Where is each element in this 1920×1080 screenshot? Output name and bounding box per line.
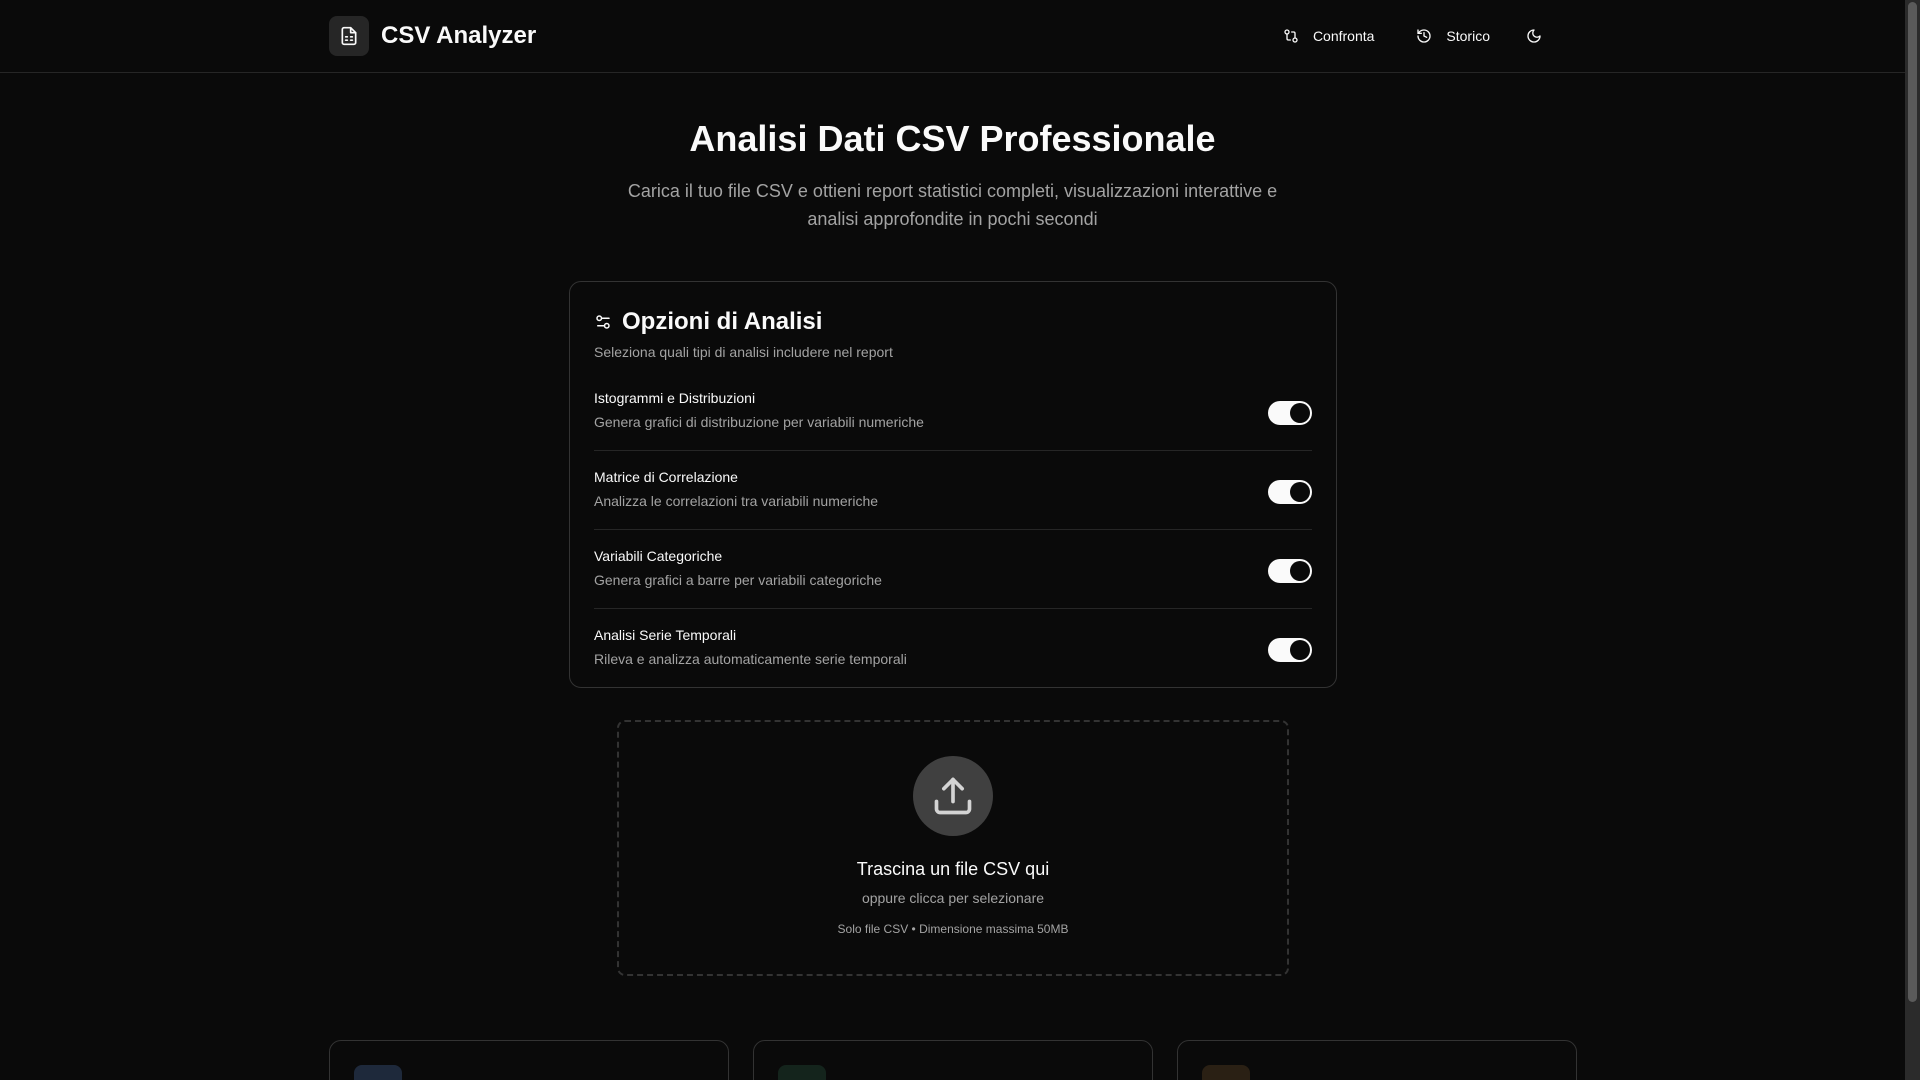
theme-toggle-button[interactable] [1516, 18, 1552, 54]
histograms-toggle[interactable] [1268, 401, 1312, 425]
option-categorical: Variabili Categoriche Genera grafici a b… [594, 530, 1312, 609]
option-description: Genera grafici a barre per variabili cat… [594, 572, 882, 588]
toggle-knob [1290, 561, 1310, 581]
app-root: CSV Analyzer Confronta Storico Analisi D… [0, 0, 1920, 1080]
csv-dropzone[interactable]: Trascina un file CSV qui oppure clicca p… [617, 720, 1289, 976]
page-subtitle: Carica il tuo file CSV e ottieni report … [627, 181, 1278, 229]
file-spreadsheet-icon [329, 16, 369, 56]
compare-label: Confronta [1312, 28, 1375, 44]
option-description: Analizza le correlazioni tra variabili n… [594, 493, 879, 509]
feature-icon [778, 1065, 826, 1080]
top-header: CSV Analyzer Confronta Storico [0, 0, 1905, 73]
history-icon [1417, 29, 1432, 43]
scrollbar-thumb[interactable] [1908, 2, 1917, 1002]
toggle-knob [1290, 640, 1310, 660]
moon-icon [1527, 29, 1541, 43]
feature-card-3 [1177, 1040, 1577, 1080]
compare-button[interactable]: Confronta [1267, 18, 1390, 54]
categorical-toggle[interactable] [1268, 559, 1312, 583]
toggle-knob [1290, 482, 1310, 502]
feature-card-2 [753, 1040, 1153, 1080]
option-label: Analisi Serie Temporali [594, 627, 737, 643]
settings-sliders-icon [596, 315, 610, 329]
options-title-text: Opzioni di Analisi [622, 308, 823, 335]
brand[interactable]: CSV Analyzer [329, 16, 536, 56]
toggle-knob [1290, 403, 1310, 423]
dropzone-title: Trascina un file CSV qui [856, 859, 1050, 879]
options-title: Opzioni di Analisi [594, 306, 1312, 338]
option-description: Genera grafici di distribuzione per vari… [594, 414, 924, 430]
page-scrollbar[interactable] [1905, 0, 1920, 1080]
timeseries-toggle[interactable] [1268, 638, 1312, 662]
option-description: Rileva e analizza automaticamente serie … [594, 651, 907, 667]
history-button[interactable]: Storico [1400, 18, 1506, 54]
option-correlation: Matrice di Correlazione Analizza le corr… [594, 451, 1312, 530]
dropzone-note: Solo file CSV • Dimensione massima 50MB [837, 922, 1069, 936]
option-label: Matrice di Correlazione [594, 469, 738, 485]
feature-icon [1202, 1065, 1250, 1080]
option-label: Variabili Categoriche [594, 548, 723, 564]
feature-card-1 [329, 1040, 729, 1080]
correlation-toggle[interactable] [1268, 480, 1312, 504]
options-subtitle: Seleziona quali tipi di analisi includer… [594, 344, 893, 360]
options-list: Istogrammi e Distribuzioni Genera grafic… [594, 372, 1312, 688]
option-label: Istogrammi e Distribuzioni [594, 390, 756, 406]
feature-icon [354, 1065, 402, 1080]
header-nav: Confronta Storico [1267, 18, 1552, 54]
app-title: CSV Analyzer [381, 22, 537, 49]
option-histograms: Istogrammi e Distribuzioni Genera grafic… [594, 372, 1312, 451]
dropzone-subtitle: oppure clicca per selezionare [861, 890, 1045, 906]
option-timeseries: Analisi Serie Temporali Rileva e analizz… [594, 609, 1312, 688]
analysis-options-card: Opzioni di Analisi Seleziona quali tipi … [569, 281, 1337, 688]
upload-icon [913, 756, 993, 836]
hero: Analisi Dati CSV Professionale Carica il… [0, 117, 1905, 233]
git-compare-icon [1284, 29, 1298, 43]
page-title: Analisi Dati CSV Professionale [689, 118, 1216, 159]
history-label: Storico [1446, 28, 1490, 44]
